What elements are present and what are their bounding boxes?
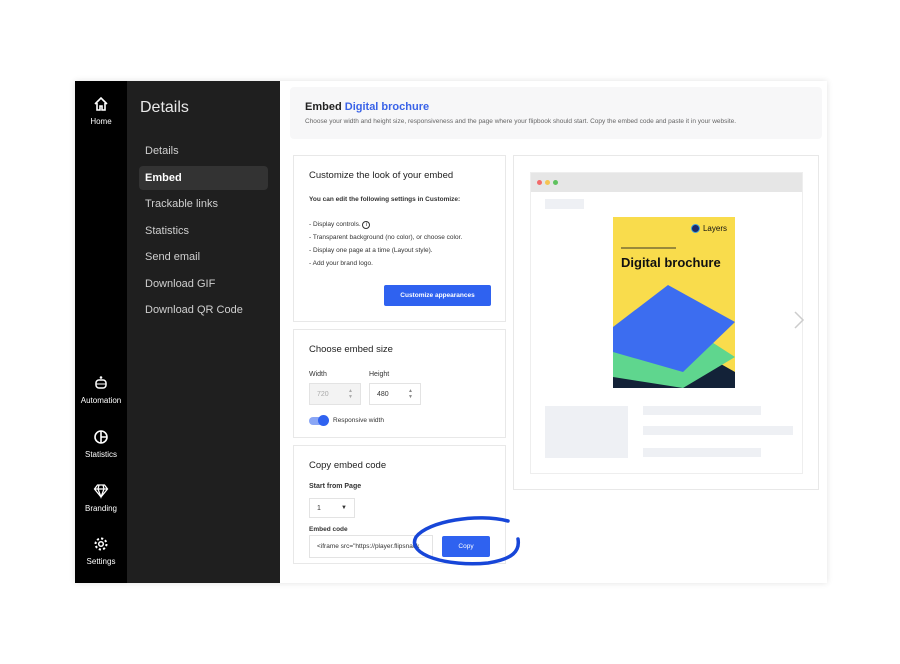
home-icon: [94, 96, 108, 111]
responsive-toggle[interactable]: Responsive width: [309, 414, 384, 427]
diamond-icon: [93, 484, 109, 499]
toggle-switch[interactable]: [309, 415, 329, 426]
sidebar-item-embed[interactable]: Embed: [139, 165, 268, 190]
rail-home[interactable]: Home: [75, 96, 127, 126]
rail-label: Statistics: [84, 450, 117, 459]
gear-icon: [94, 537, 108, 551]
customize-intro: You can edit the following settings in C…: [309, 196, 461, 203]
width-label: Width: [309, 371, 327, 378]
height-input[interactable]: 480 ▲ ▼: [369, 383, 421, 405]
main-content: Embed Digital brochure Choose your width…: [280, 81, 827, 583]
customize-title: Customize the look of your embed: [309, 170, 454, 181]
page-title: Embed Digital brochure: [305, 101, 807, 113]
rail-label: Home: [90, 117, 112, 126]
responsive-label: Responsive width: [333, 417, 384, 424]
start-page-select[interactable]: 1 ▼: [309, 498, 355, 518]
app-window: Home Automation Statistics Branding Sett…: [75, 81, 827, 583]
chevron-down-icon: ▼: [341, 505, 347, 511]
browser-mockup: Layers Digital brochure: [530, 172, 805, 474]
rail-label: Branding: [84, 504, 118, 513]
stepper-icon[interactable]: ▲ ▼: [408, 388, 413, 400]
rail-automation[interactable]: Automation: [75, 375, 127, 405]
placeholder: [643, 448, 761, 457]
placeholder: [643, 406, 761, 415]
pie-chart-icon: [94, 430, 108, 444]
start-page-label: Start from Page: [309, 483, 362, 490]
rail-settings[interactable]: Settings: [75, 536, 127, 566]
embed-code-title: Copy embed code: [309, 460, 387, 471]
sidebar-item-send-email[interactable]: Send email: [139, 245, 268, 269]
page-header: Embed Digital brochure Choose your width…: [290, 87, 822, 139]
placeholder: [545, 406, 628, 458]
stepper-icon[interactable]: ▲ ▼: [348, 388, 353, 400]
customize-item: - Display one page at a time (Layout sty…: [309, 247, 433, 254]
rail-label: Automation: [80, 396, 122, 405]
sidebar-item-statistics[interactable]: Statistics: [139, 219, 268, 243]
embed-preview: Layers Digital brochure: [513, 155, 819, 490]
brochure-artwork: [613, 285, 735, 388]
width-input[interactable]: 720 ▲ ▼: [309, 383, 361, 405]
browser-bar: [531, 173, 802, 192]
robot-icon: [95, 376, 107, 389]
sidebar-title: Details: [140, 99, 189, 116]
customize-appearances-button[interactable]: Customize appearances: [384, 285, 491, 306]
placeholder: [545, 199, 584, 209]
customize-item: - Add your brand logo.: [309, 260, 373, 267]
brochure-cover: Layers Digital brochure: [613, 217, 735, 388]
icon-rail: Home Automation Statistics Branding Sett…: [75, 81, 127, 583]
sidebar-item-details[interactable]: Details: [139, 139, 268, 163]
placeholder: [643, 426, 793, 435]
embed-size-title: Choose embed size: [309, 344, 393, 355]
sidebar: Details Details Embed Trackable links St…: [127, 81, 280, 583]
sidebar-item-download-gif[interactable]: Download GIF: [139, 272, 268, 296]
chevron-right-icon[interactable]: [793, 310, 805, 330]
customize-item: - Display controls. i: [309, 218, 490, 231]
title-prefix: Embed: [305, 101, 342, 113]
layers-logo: Layers: [690, 224, 727, 233]
customize-item: - Transparent background (no color), or …: [309, 234, 463, 241]
sidebar-item-trackable-links[interactable]: Trackable links: [139, 192, 268, 216]
rail-statistics[interactable]: Statistics: [75, 429, 127, 459]
annotation-circle: [412, 516, 521, 566]
height-label: Height: [369, 371, 390, 378]
sidebar-item-download-qr[interactable]: Download QR Code: [139, 298, 268, 322]
info-icon[interactable]: i: [362, 221, 371, 229]
customize-card: Customize the look of your embed You can…: [293, 155, 506, 322]
embed-size-card: Choose embed size Width Height 720 ▲ ▼ 480…: [293, 329, 506, 438]
title-flipbook-name: Digital brochure: [344, 101, 430, 113]
embed-code-label: Embed code: [309, 526, 348, 533]
rail-branding[interactable]: Branding: [75, 483, 127, 513]
brochure-title: Digital brochure: [621, 255, 721, 270]
rail-label: Settings: [86, 557, 116, 566]
page-subtitle: Choose your width and height size, respo…: [305, 118, 737, 125]
